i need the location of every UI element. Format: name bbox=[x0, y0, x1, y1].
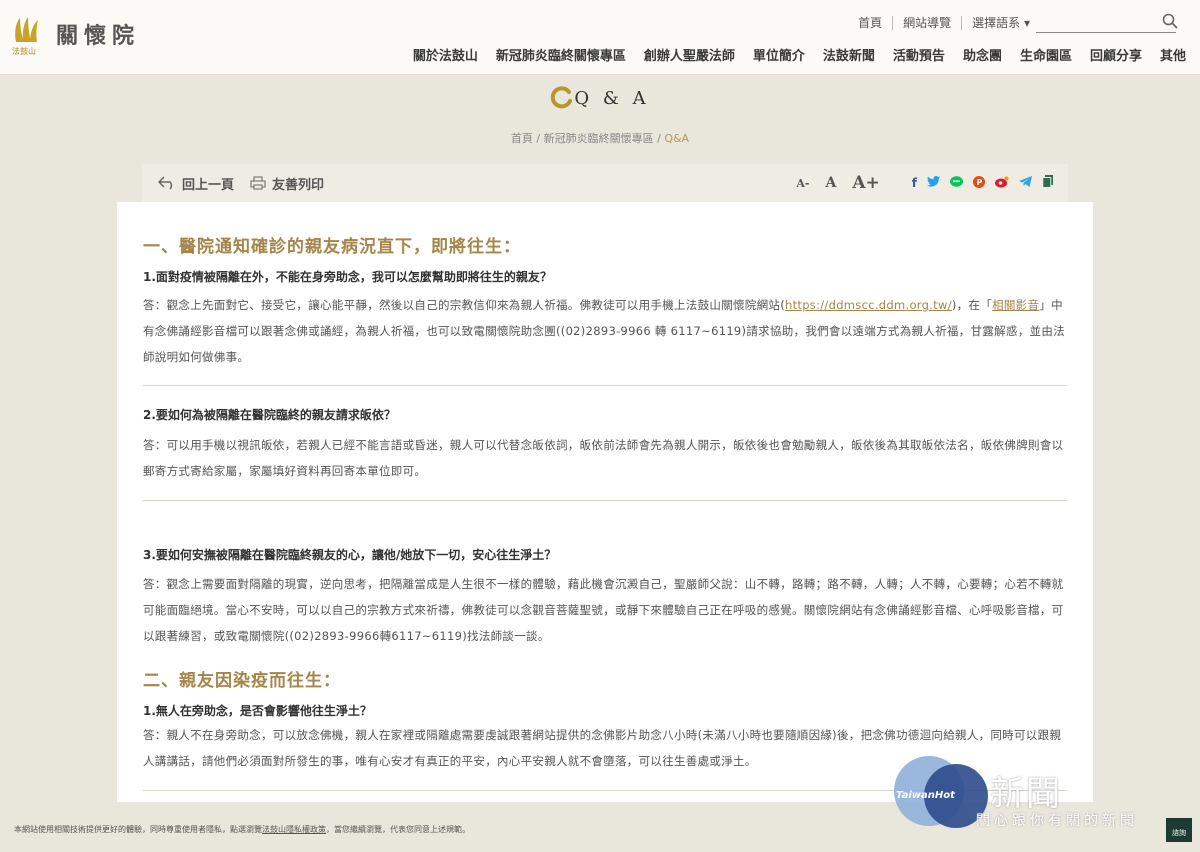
page-title: Q & A bbox=[550, 86, 649, 110]
section-title-1: 一、醫院通知確診的親友病況直下，即將往生： bbox=[143, 237, 521, 257]
nav-events[interactable]: 活動預告 bbox=[893, 45, 945, 64]
related-media-link[interactable]: 相關影音 bbox=[992, 298, 1039, 312]
nav-units[interactable]: 單位簡介 bbox=[753, 45, 805, 64]
weibo-icon[interactable] bbox=[995, 176, 1009, 191]
font-small-button[interactable]: A- bbox=[796, 177, 809, 190]
font-medium-button[interactable]: A bbox=[825, 175, 836, 191]
watermark-slogan: 關心跟你有關的新聞 bbox=[976, 813, 1138, 829]
breadcrumb-sep: / bbox=[536, 132, 544, 145]
nav-about[interactable]: 關於法鼓山 bbox=[413, 45, 478, 64]
top-link-home[interactable]: 首頁 bbox=[858, 14, 882, 31]
top-links: 首頁 網站導覽 選擇語系 ▾ bbox=[858, 12, 1178, 33]
back-arrow-icon bbox=[158, 176, 173, 190]
nav-news[interactable]: 法鼓新聞 bbox=[823, 45, 875, 64]
watermark-title: 新聞 bbox=[990, 774, 1062, 814]
search-icon[interactable] bbox=[1162, 13, 1178, 32]
nav-other[interactable]: 其他 bbox=[1160, 45, 1186, 64]
nav-covid[interactable]: 新冠肺炎臨終關懷專區 bbox=[496, 45, 626, 64]
site-logo[interactable]: 法鼓山 關懷院 bbox=[12, 14, 140, 58]
twitter-icon[interactable] bbox=[927, 176, 940, 190]
logo-title: 關懷院 bbox=[56, 23, 141, 49]
article-content: 一、醫院通知確診的親友病況直下，即將往生： 1.面對疫情被隔離在外，不能在身旁助… bbox=[117, 202, 1093, 802]
nav-memorial[interactable]: 生命園區 bbox=[1020, 45, 1072, 64]
print-button[interactable]: 友善列印 bbox=[250, 174, 324, 193]
divider bbox=[143, 500, 1067, 501]
circle-brush-icon bbox=[551, 86, 573, 109]
breadcrumb-home[interactable]: 首頁 bbox=[511, 132, 533, 145]
question-1: 1.面對疫情被隔離在外，不能在身旁助念，我可以怎麼幫助即將往生的親友？ bbox=[143, 270, 552, 284]
main-nav: 關於法鼓山 新冠肺炎臨終關懷專區 創辦人聖嚴法師 單位簡介 法鼓新聞 活動預告 … bbox=[395, 45, 1186, 64]
answer-2: 答：可以用手機以視訊皈依，若親人已經不能言語或昏迷，親人可以代替念皈依詞，皈依前… bbox=[143, 438, 1064, 478]
font-large-button[interactable]: A+ bbox=[852, 173, 879, 193]
top-link-sitemap[interactable]: 網站導覽 bbox=[903, 14, 951, 31]
back-button[interactable]: 回上一頁 bbox=[158, 174, 234, 193]
article-toolbar: 回上一頁 友善列印 A- A A+ f P bbox=[142, 164, 1068, 202]
printer-icon bbox=[250, 176, 266, 190]
nav-chanting-group[interactable]: 助念團 bbox=[963, 45, 1002, 64]
divider bbox=[892, 15, 894, 30]
print-button-label: 友善列印 bbox=[272, 177, 325, 193]
language-select-label: 選擇語系 bbox=[972, 16, 1021, 30]
section-title-2: 二、親友因染疫而往生： bbox=[143, 671, 341, 691]
page-title-area: Q & A bbox=[0, 86, 1200, 114]
watermark: TaiwanHot 新聞 關心跟你有關的新聞 bbox=[890, 752, 1200, 852]
answer-1-text-a: 答：觀念上先面對它、接受它，讓心能平靜，然後以自己的宗教信仰來為親人祈福。佛教徒… bbox=[143, 298, 785, 312]
telegram-icon[interactable] bbox=[1019, 176, 1032, 190]
toolbar-right: A- A A+ f P bbox=[788, 173, 1054, 193]
cookie-text-b: ，當您繼續瀏覽，代表您同意上述規範。 bbox=[326, 825, 470, 834]
question-4: 1.無人在旁助念，是否會影響他往生淨土？ bbox=[143, 704, 372, 718]
chat-button[interactable]: 諮詢 bbox=[1166, 818, 1192, 842]
search-input[interactable] bbox=[1036, 12, 1178, 33]
answer-1: 答：觀念上先面對它、接受它，讓心能平靜，然後以自己的宗教信仰來為親人祈福。佛教徒… bbox=[143, 292, 1065, 370]
question-3: 3.要如何安撫被隔離在醫院臨終親友的心，讓他/她放下一切，安心往生淨土？ bbox=[143, 548, 557, 562]
page-title-text: Q & A bbox=[574, 87, 650, 109]
answer-1-text-b: )，在「 bbox=[951, 298, 993, 312]
logo-subtitle: 法鼓山 bbox=[12, 47, 36, 56]
site-header: 法鼓山 關懷院 首頁 網站導覽 選擇語系 ▾ 關於法鼓山 新冠肺炎臨終關懷專區 … bbox=[0, 0, 1200, 75]
website-link[interactable]: https://ddmscc.ddm.org.tw/ bbox=[785, 298, 952, 312]
copy-icon[interactable] bbox=[1042, 175, 1054, 191]
cookie-text-a: 本網站使用相關技術提供更好的體驗，同時尊重使用者隱私，點選瀏覽 bbox=[14, 825, 262, 834]
language-select[interactable]: 選擇語系 ▾ bbox=[972, 14, 1030, 31]
back-button-label: 回上一頁 bbox=[182, 177, 235, 193]
divider bbox=[961, 15, 963, 30]
privacy-policy-link[interactable]: 法鼓山隱私權政策 bbox=[262, 825, 326, 834]
question-2: 2.要如何為被隔離在醫院臨終的親友請求皈依？ bbox=[143, 408, 396, 422]
svg-text:P: P bbox=[977, 178, 983, 187]
nav-review[interactable]: 回顧分享 bbox=[1090, 45, 1142, 64]
answer-3: 答：觀念上需要面對隔離的現實，逆向思考，把隔離當成是人生很不一樣的體驗，藉此機會… bbox=[143, 577, 1064, 643]
breadcrumb-covid[interactable]: 新冠肺炎臨終關懷專區 bbox=[544, 132, 654, 145]
logo-mark-icon: 法鼓山 bbox=[12, 14, 42, 56]
breadcrumb-current: Q&A bbox=[664, 132, 690, 145]
plurk-icon[interactable]: P bbox=[973, 175, 985, 191]
divider bbox=[143, 385, 1067, 386]
facebook-icon[interactable]: f bbox=[912, 176, 917, 190]
nav-founder[interactable]: 創辦人聖嚴法師 bbox=[644, 45, 735, 64]
watermark-brand: TaiwanHot bbox=[896, 790, 955, 801]
cookie-notice-text: 本網站使用相關技術提供更好的體驗，同時尊重使用者隱私，點選瀏覽法鼓山隱私權政策，… bbox=[14, 824, 470, 835]
line-icon[interactable] bbox=[950, 175, 963, 191]
breadcrumb: 首頁 / 新冠肺炎臨終關懷專區 / Q&A bbox=[0, 130, 1200, 146]
